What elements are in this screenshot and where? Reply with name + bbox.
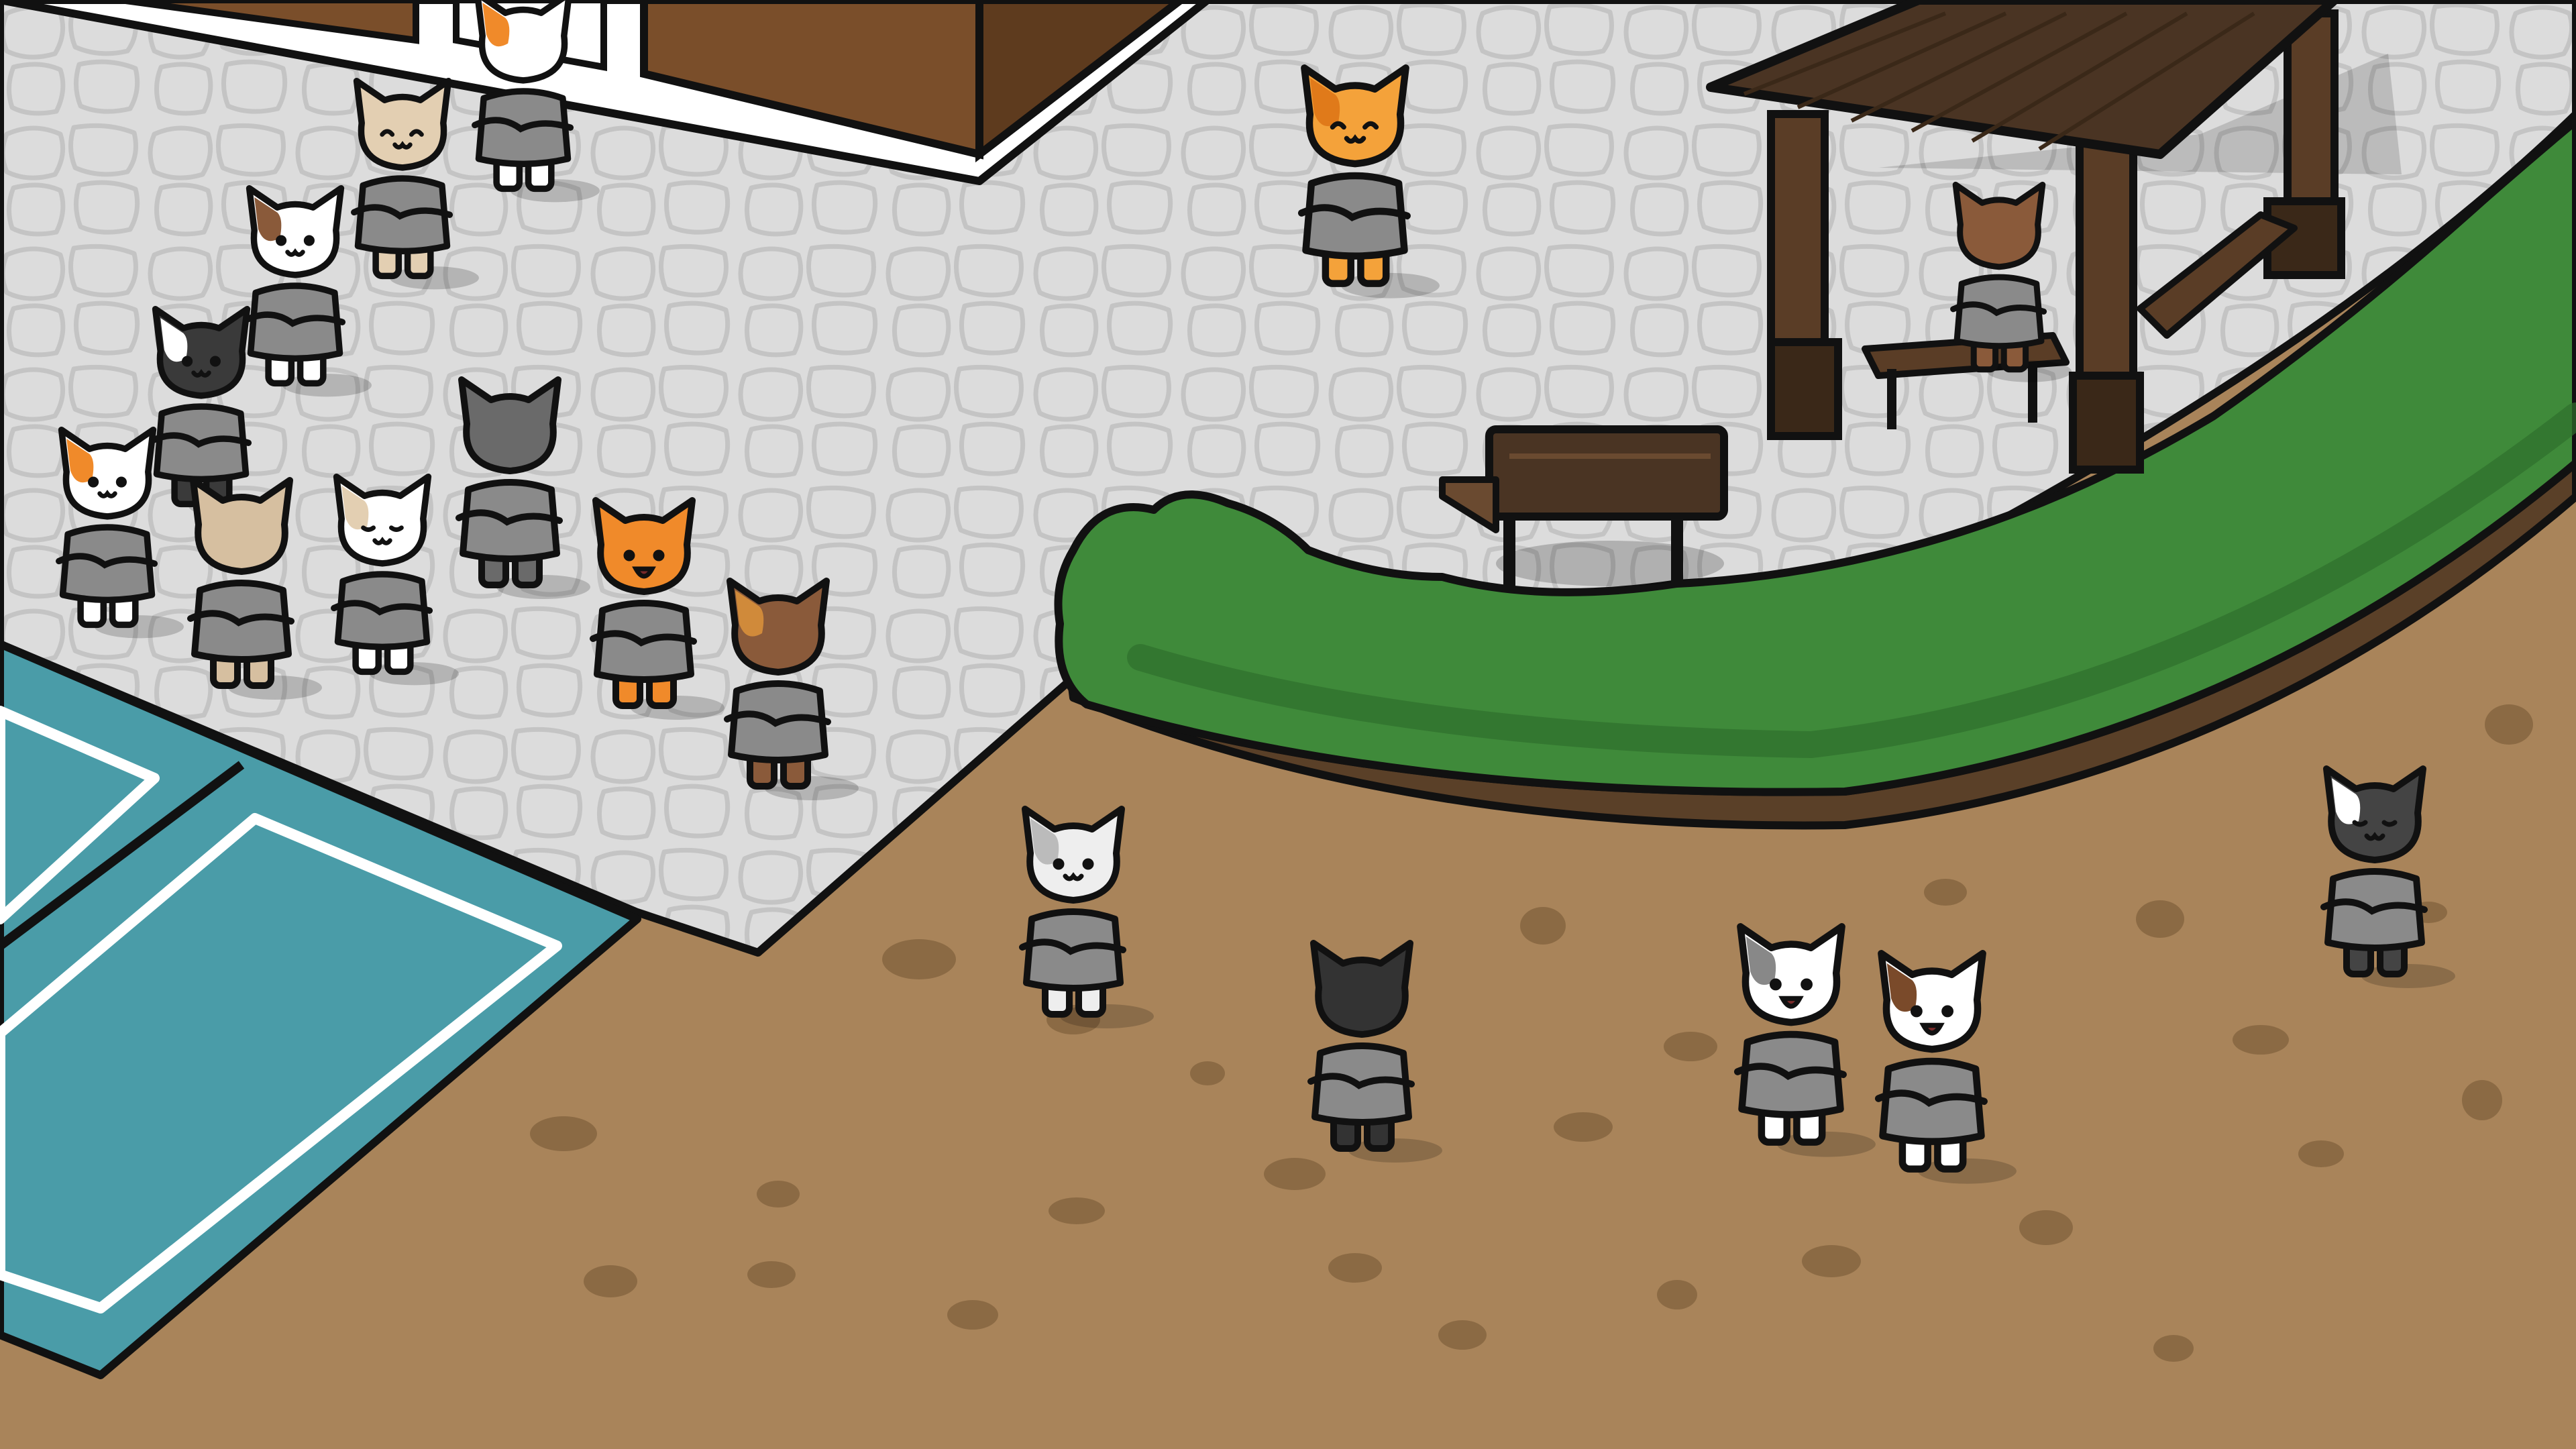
game-scene bbox=[0, 0, 2576, 1449]
